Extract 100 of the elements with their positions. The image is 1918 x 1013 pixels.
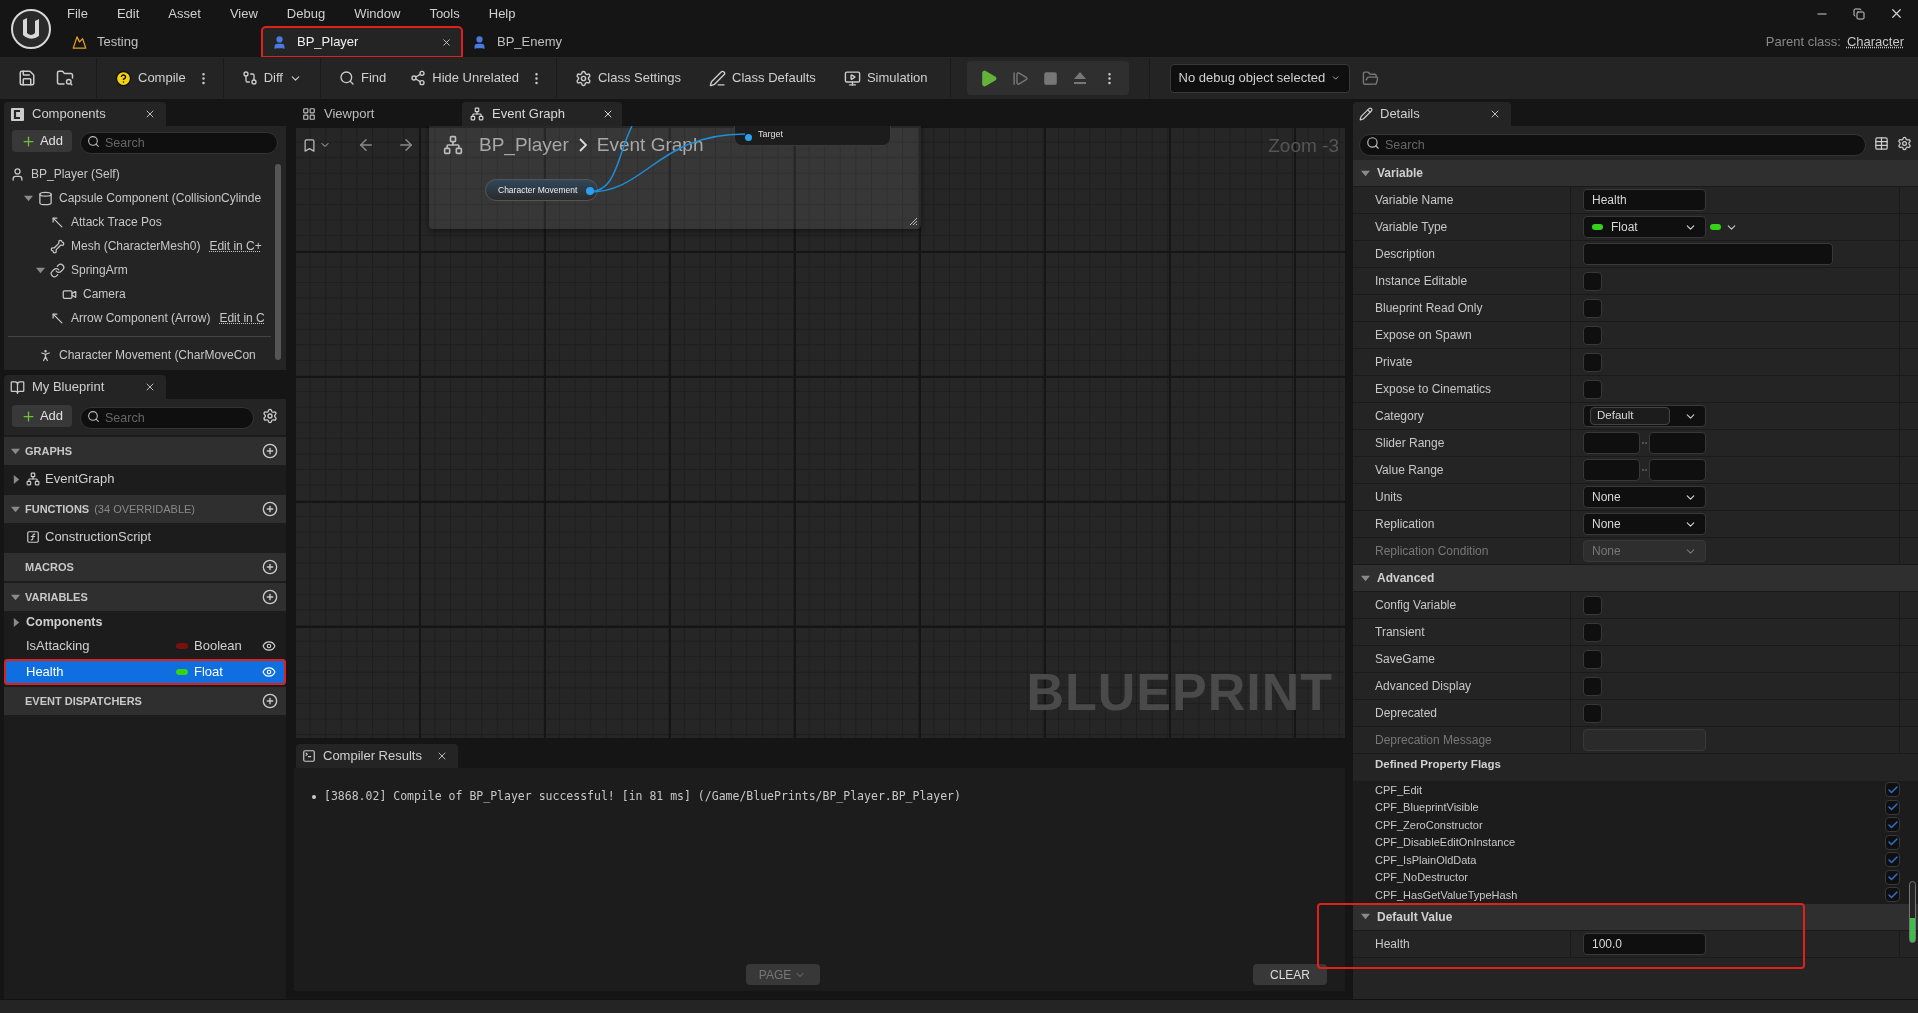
add-icon[interactable] xyxy=(262,443,278,459)
checkbox[interactable] xyxy=(1583,271,1602,291)
search-field[interactable]: Search xyxy=(80,132,278,154)
add-icon[interactable] xyxy=(262,501,278,517)
graph-item[interactable]: EventGraph xyxy=(4,465,286,493)
close-icon[interactable] xyxy=(602,108,614,120)
section-header[interactable]: MACROS xyxy=(4,553,286,581)
simulation-button[interactable]: Simulation xyxy=(837,63,934,93)
section-header[interactable]: Variable xyxy=(1353,160,1918,187)
disclosure-triangle-icon[interactable] xyxy=(1361,168,1370,178)
bookmark-icon[interactable] xyxy=(302,137,317,153)
parent-class-link[interactable]: Character xyxy=(1846,32,1904,52)
menu-item[interactable]: Edit xyxy=(116,3,140,24)
document-tab[interactable]: BP_Player xyxy=(262,27,462,57)
section-header[interactable]: Advanced xyxy=(1353,565,1918,592)
component-tree-item[interactable]: Attack Trace Pos xyxy=(4,210,275,234)
section-header[interactable]: EVENT DISPATCHERS xyxy=(4,687,286,715)
text-field[interactable] xyxy=(1583,432,1640,454)
menu-item[interactable]: Debug xyxy=(286,3,326,24)
type-dropdown[interactable]: Float xyxy=(1583,216,1706,238)
eye-icon[interactable] xyxy=(262,665,276,679)
eye-icon[interactable] xyxy=(262,639,276,653)
add-button[interactable]: Add xyxy=(12,405,72,427)
section-header[interactable]: Default Value xyxy=(1353,903,1918,931)
eject-icon[interactable] xyxy=(1071,70,1088,86)
close-icon[interactable] xyxy=(441,36,452,48)
scrollbar[interactable] xyxy=(1909,881,1916,943)
section-header[interactable]: FUNCTIONS (34 OVERRIDABLE) xyxy=(4,495,286,523)
close-icon[interactable] xyxy=(144,108,156,120)
table-icon[interactable] xyxy=(1874,135,1889,151)
checkbox[interactable] xyxy=(1583,703,1602,723)
checkbox[interactable] xyxy=(1583,676,1602,696)
panel-tab[interactable]: Compiler Results xyxy=(296,744,458,768)
disclosure-triangle-icon[interactable] xyxy=(12,617,21,627)
checkbox[interactable] xyxy=(1583,649,1602,669)
variable-item[interactable]: IsAttacking Boolean xyxy=(4,633,286,659)
disclosure-triangle-icon[interactable] xyxy=(10,592,20,602)
diff-button[interactable]: Diff xyxy=(235,63,308,93)
engine-logo-icon[interactable] xyxy=(10,7,52,50)
menu-item[interactable]: Help xyxy=(488,3,516,24)
checkbox[interactable] xyxy=(1583,379,1602,399)
add-icon[interactable] xyxy=(262,559,278,575)
text-field[interactable] xyxy=(1649,459,1706,481)
checkbox[interactable] xyxy=(1885,817,1900,833)
text-field[interactable] xyxy=(1583,459,1640,481)
close-icon[interactable] xyxy=(436,750,448,762)
component-tree-item[interactable]: Camera xyxy=(4,282,275,306)
checkbox[interactable] xyxy=(1583,595,1602,615)
edit-link[interactable]: Edit in C xyxy=(219,309,265,327)
scrollbar[interactable] xyxy=(275,164,281,360)
disclosure-triangle-icon[interactable] xyxy=(35,265,45,275)
close-icon[interactable] xyxy=(1889,6,1904,21)
graph-tab[interactable]: Event Graph xyxy=(462,102,622,126)
settings-icon[interactable] xyxy=(262,408,278,424)
disclosure-triangle-icon[interactable] xyxy=(10,446,20,456)
checkbox[interactable] xyxy=(1885,887,1900,903)
edit-link[interactable]: Edit in C+ xyxy=(209,237,262,255)
menu-item[interactable]: Tools xyxy=(429,3,460,24)
checkbox[interactable] xyxy=(1583,352,1602,372)
disclosure-triangle-icon[interactable] xyxy=(1361,912,1370,921)
compile-button[interactable]: Compile xyxy=(109,63,192,93)
component-tree-item[interactable]: SpringArm xyxy=(4,258,275,282)
breadcrumb-item[interactable]: BP_Player xyxy=(479,130,569,160)
restore-icon[interactable] xyxy=(1853,7,1865,20)
close-icon[interactable] xyxy=(1489,108,1501,120)
close-icon[interactable] xyxy=(144,381,156,393)
component-tree-item[interactable]: Capsule Component (CollisionCylinde xyxy=(4,186,275,210)
text-field[interactable] xyxy=(1649,432,1706,454)
class-defaults-button[interactable]: Class Defaults xyxy=(703,63,822,93)
class-settings-button[interactable]: Class Settings xyxy=(568,63,688,93)
menu-item[interactable]: View xyxy=(229,3,258,24)
graph-tab[interactable]: Viewport xyxy=(294,102,454,126)
debug-object-dropdown[interactable]: No debug object selected xyxy=(1169,63,1350,93)
menu-item[interactable]: Asset xyxy=(168,3,201,24)
dropdown[interactable]: None xyxy=(1583,513,1706,535)
component-tree-item[interactable]: BP_Player (Self) xyxy=(4,162,275,186)
text-field[interactable]: 100.0 xyxy=(1583,932,1706,955)
container-type-pill[interactable] xyxy=(1710,224,1721,230)
checkbox[interactable] xyxy=(1885,782,1900,798)
variable-node[interactable]: Character Movement xyxy=(485,179,598,201)
variable-item[interactable]: Health Float xyxy=(4,659,286,685)
panel-tab[interactable]: Components xyxy=(4,102,166,126)
component-tree-item[interactable]: Arrow Component (Arrow) Edit in C xyxy=(4,306,275,330)
disclosure-triangle-icon[interactable] xyxy=(10,504,20,514)
resize-grip-icon[interactable] xyxy=(909,217,918,226)
graph-item[interactable]: ConstructionScript xyxy=(4,523,286,551)
checkbox[interactable] xyxy=(1885,834,1900,850)
section-header[interactable]: GRAPHS xyxy=(4,437,286,465)
text-field[interactable] xyxy=(1583,243,1833,265)
document-tab[interactable]: BP_Enemy xyxy=(462,27,662,57)
search-field[interactable]: Search xyxy=(80,407,254,429)
checkbox[interactable] xyxy=(1583,298,1602,318)
comment-box[interactable] xyxy=(429,126,921,229)
menu-item[interactable]: Window xyxy=(354,3,401,24)
search-field[interactable]: Search xyxy=(1359,134,1866,156)
find-button[interactable]: Find xyxy=(332,63,393,93)
add-button[interactable]: Add xyxy=(12,130,72,152)
disclosure-triangle-icon[interactable] xyxy=(1361,573,1370,583)
component-tree-item[interactable]: Character Movement (CharMoveCon xyxy=(4,343,275,367)
step-forward-icon[interactable] xyxy=(1011,69,1029,87)
